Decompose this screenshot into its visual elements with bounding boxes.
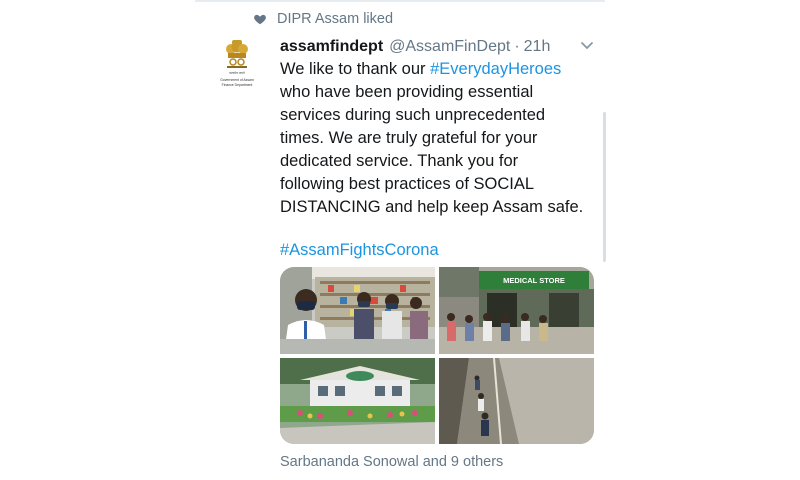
- photo-green-building[interactable]: [280, 358, 435, 444]
- media-grid: MEDICAL STORE: [280, 267, 594, 444]
- heart-icon: [254, 14, 266, 25]
- hashtag-assamfightscorona[interactable]: #AssamFightsCorona: [280, 239, 439, 262]
- avatar-caption-2: Finance Department: [222, 83, 253, 87]
- svg-text:सत्यमेव जयते: सत्यमेव जयते: [229, 71, 245, 75]
- liked-by-text: DIPR Assam liked: [277, 11, 394, 27]
- photo-empty-road[interactable]: [439, 358, 594, 444]
- tweet-text-line: dedicated service. Thank you for: [280, 152, 519, 170]
- tweet-text-line: following best practices of SOCIAL: [280, 175, 535, 193]
- tweet-text-line: times. We are truly grateful for your: [280, 129, 538, 147]
- tweet-text-line: who have been providing essential: [280, 83, 534, 101]
- chevron-down-icon[interactable]: [580, 41, 594, 51]
- photo-pharmacy-staff[interactable]: [280, 267, 435, 354]
- tweet-header: assamfindept @AssamFinDept · 21h: [280, 36, 600, 58]
- store-sign-text: MEDICAL STORE: [503, 276, 565, 285]
- hashtag-everydayheroes[interactable]: #EverydayHeroes: [430, 60, 561, 78]
- tweet-text-line: We like to thank our #EverydayHeroes: [280, 60, 562, 78]
- tweet-text-line: DISTANCING and help keep Assam safe.: [280, 198, 584, 216]
- likes-summary[interactable]: Sarbananda Sonowal and 9 others: [280, 454, 503, 470]
- social-context[interactable]: DIPR Assam liked: [253, 9, 393, 29]
- avatar[interactable]: सत्यमेव जयते Government of Assam Finance…: [217, 38, 257, 96]
- tweet-text-line: services during such unprecedented: [280, 106, 546, 124]
- separator-dot: ·: [514, 38, 520, 55]
- author-name[interactable]: assamfindept: [280, 38, 383, 56]
- author-handle[interactable]: @AssamFinDept: [389, 38, 510, 56]
- tweet-time[interactable]: 21h: [524, 38, 551, 56]
- government-emblem-icon: सत्यमेव जयते Government of Assam Finance…: [220, 40, 254, 87]
- tweet-text: We like to thank our #EverydayHeroes who…: [280, 58, 600, 219]
- top-divider: [195, 0, 605, 2]
- photo-medical-store-queue[interactable]: MEDICAL STORE: [439, 267, 594, 354]
- avatar-caption-1: Government of Assam: [220, 78, 254, 82]
- scrollbar[interactable]: [603, 112, 606, 262]
